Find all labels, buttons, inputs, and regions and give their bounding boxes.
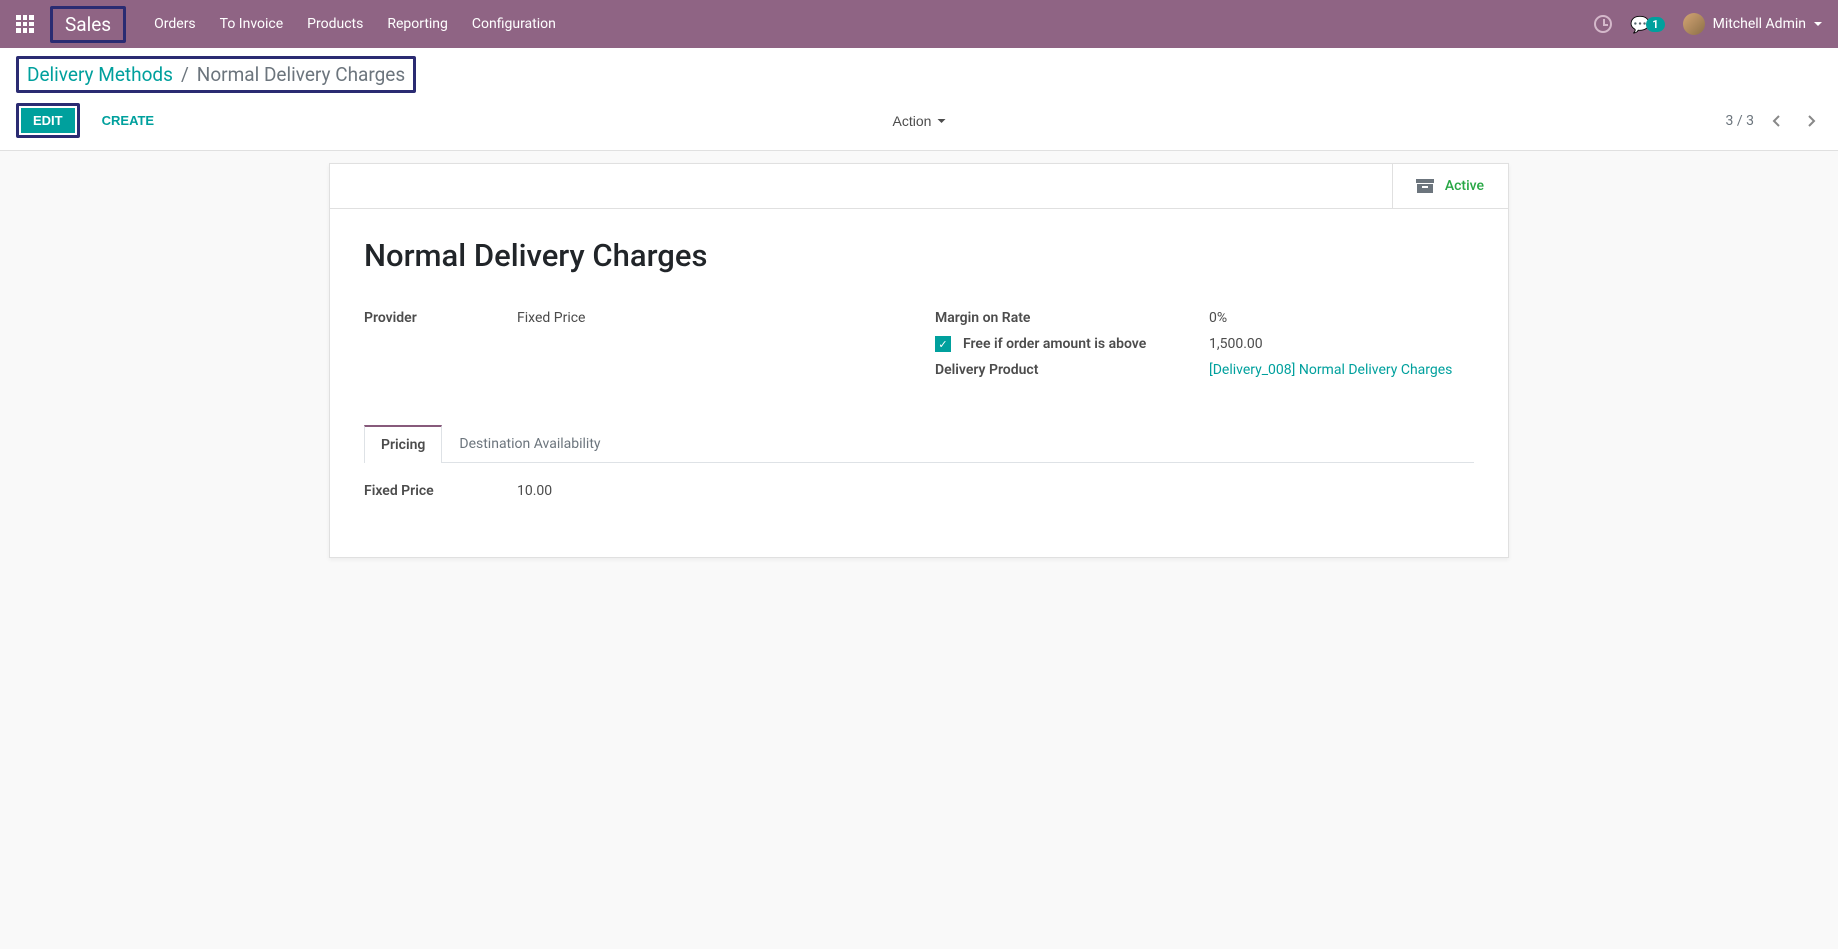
pager-text: 3 / 3	[1726, 113, 1754, 129]
record-title: Normal Delivery Charges	[364, 237, 1474, 274]
edit-button[interactable]: EDIT	[21, 108, 75, 133]
fixed-price-value: 10.00	[517, 483, 1474, 499]
breadcrumb-separator: /	[181, 63, 189, 86]
nav-orders[interactable]: Orders	[154, 16, 196, 32]
field-margin: Margin on Rate 0%	[935, 310, 1474, 326]
field-free-over: ✓ Free if order amount is above 1,500.00	[935, 336, 1474, 352]
field-fixed-price: Fixed Price 10.00	[364, 483, 1474, 499]
brand-highlight: Sales	[50, 6, 126, 43]
app-brand[interactable]: Sales	[65, 13, 111, 36]
fixed-price-label: Fixed Price	[364, 483, 517, 499]
nav-right: 💬 1 Mitchell Admin	[1594, 13, 1822, 35]
nav-to-invoice[interactable]: To Invoice	[220, 16, 284, 32]
field-delivery-product: Delivery Product [Delivery_008] Normal D…	[935, 362, 1474, 378]
chevron-left-icon	[1772, 114, 1782, 128]
breadcrumb: Delivery Methods / Normal Delivery Charg…	[27, 63, 405, 86]
provider-label: Provider	[364, 310, 517, 326]
tab-pricing[interactable]: Pricing	[364, 425, 442, 463]
nav-menu: Orders To Invoice Products Reporting Con…	[154, 16, 556, 32]
pager: 3 / 3	[1726, 110, 1822, 132]
free-over-value: 1,500.00	[1209, 336, 1474, 352]
nav-configuration[interactable]: Configuration	[472, 16, 556, 32]
form-col-left: Provider Fixed Price	[364, 310, 903, 388]
activity-clock-icon[interactable]	[1594, 15, 1612, 33]
top-navbar: Sales Orders To Invoice Products Reporti…	[0, 0, 1838, 48]
caret-down-icon	[1814, 22, 1822, 26]
breadcrumb-current: Normal Delivery Charges	[197, 63, 405, 86]
tabs-container: Pricing Destination Availability Fixed P…	[364, 424, 1474, 529]
pager-next-button[interactable]	[1800, 110, 1822, 132]
sheet-top-buttons: Active	[330, 164, 1508, 209]
tabs-bar: Pricing Destination Availability	[364, 424, 1474, 463]
chevron-right-icon	[1806, 114, 1816, 128]
form-col-right: Margin on Rate 0% ✓ Free if order amount…	[935, 310, 1474, 388]
field-provider: Provider Fixed Price	[364, 310, 903, 326]
apps-icon[interactable]	[16, 15, 34, 33]
margin-label: Margin on Rate	[935, 310, 1209, 326]
pager-prev-button[interactable]	[1766, 110, 1788, 132]
margin-value: 0%	[1209, 310, 1474, 326]
edit-highlight: EDIT	[16, 103, 80, 138]
avatar	[1683, 13, 1705, 35]
active-label: Active	[1445, 178, 1484, 194]
delivery-product-label: Delivery Product	[935, 362, 1209, 378]
tab-content-pricing: Fixed Price 10.00	[364, 463, 1474, 529]
form-sheet: Active Normal Delivery Charges Provider …	[329, 163, 1509, 558]
delivery-product-link[interactable]: [Delivery_008] Normal Delivery Charges	[1209, 362, 1474, 378]
messaging-button[interactable]: 💬 1	[1630, 15, 1664, 34]
user-name: Mitchell Admin	[1713, 16, 1806, 32]
action-dropdown[interactable]: Action	[893, 113, 946, 129]
breadcrumb-parent[interactable]: Delivery Methods	[27, 63, 173, 86]
active-toggle-button[interactable]: Active	[1392, 164, 1508, 208]
sheet-body: Normal Delivery Charges Provider Fixed P…	[330, 209, 1508, 557]
caret-down-icon	[937, 119, 945, 123]
free-over-label: Free if order amount is above	[963, 336, 1146, 352]
breadcrumb-highlight: Delivery Methods / Normal Delivery Charg…	[16, 56, 416, 93]
provider-value: Fixed Price	[517, 310, 903, 326]
nav-reporting[interactable]: Reporting	[387, 16, 448, 32]
create-button[interactable]: CREATE	[90, 108, 166, 133]
nav-products[interactable]: Products	[307, 16, 363, 32]
archive-icon	[1417, 179, 1433, 193]
form-columns: Provider Fixed Price Margin on Rate 0% ✓…	[364, 310, 1474, 388]
action-label: Action	[893, 113, 932, 129]
tab-destination[interactable]: Destination Availability	[442, 425, 617, 463]
control-panel: Delivery Methods / Normal Delivery Charg…	[0, 48, 1838, 151]
message-count-badge: 1	[1646, 17, 1664, 32]
form-container: Active Normal Delivery Charges Provider …	[329, 151, 1509, 570]
free-over-checkbox[interactable]: ✓	[935, 336, 951, 352]
user-menu[interactable]: Mitchell Admin	[1683, 13, 1822, 35]
